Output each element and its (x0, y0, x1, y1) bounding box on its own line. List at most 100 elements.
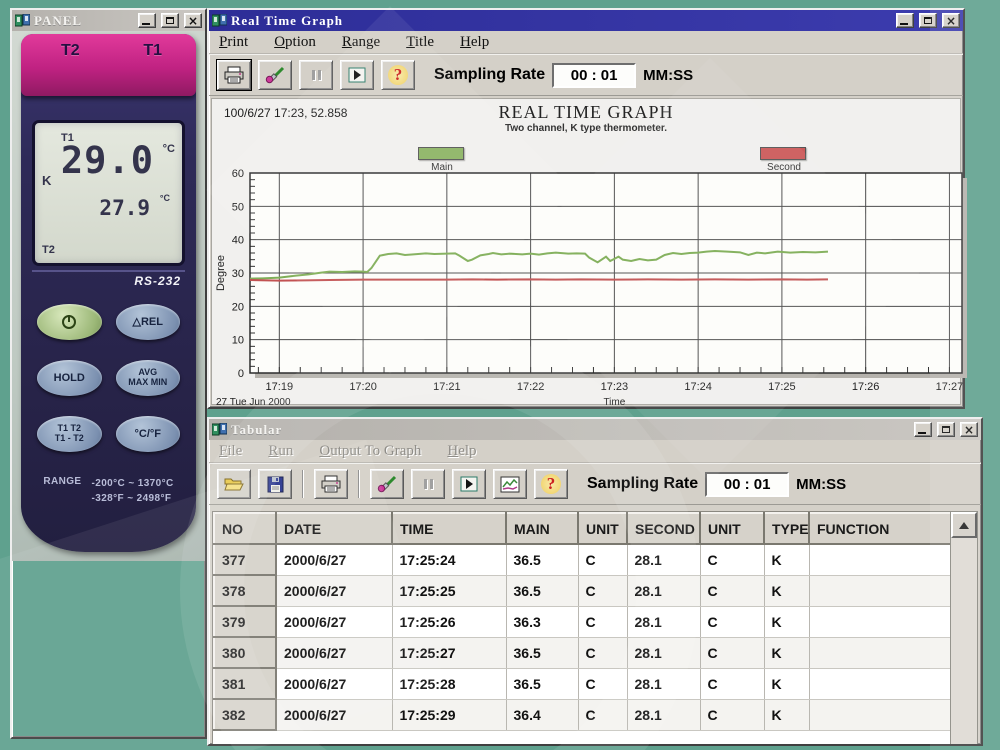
menu-range[interactable]: Range (342, 34, 380, 51)
panel-titlebar[interactable]: PANEL × (12, 10, 205, 31)
graph-minimize-button[interactable] (896, 13, 914, 28)
graph-titlebar[interactable]: Real Time Graph × (209, 10, 963, 31)
table-cell[interactable]: 17:25:28 (392, 668, 506, 699)
table-cell[interactable]: 28.1 (627, 668, 700, 699)
column-header-second[interactable]: SECOND (627, 513, 700, 544)
tabular-maximize-button[interactable] (937, 422, 955, 437)
help-button[interactable]: ? (381, 60, 415, 90)
column-header-function[interactable]: FUNCTION (809, 513, 958, 544)
table-cell[interactable]: 2000/6/27 (276, 544, 392, 575)
table-cell[interactable]: C (578, 668, 627, 699)
help-button[interactable]: ? (534, 469, 568, 499)
table-cell[interactable]: C (700, 544, 764, 575)
tabular-minimize-button[interactable] (914, 422, 932, 437)
menu-option[interactable]: Option (274, 34, 316, 51)
table-cell[interactable]: 28.1 (627, 606, 700, 637)
tabular-titlebar[interactable]: Tabular × (209, 419, 981, 440)
table-cell[interactable]: C (700, 575, 764, 606)
table-row-379[interactable]: 3792000/6/2717:25:2636.3C28.1CK (214, 606, 958, 637)
scroll-up-button[interactable] (951, 512, 977, 538)
clear-button[interactable] (370, 469, 404, 499)
table-cell[interactable]: 17:25:27 (392, 637, 506, 668)
table-cell[interactable]: 36.3 (506, 606, 578, 637)
table-cell[interactable]: 17:25:26 (392, 606, 506, 637)
menu-run[interactable]: Run (268, 443, 293, 460)
table-cell[interactable]: C (578, 637, 627, 668)
column-header-main[interactable]: MAIN (506, 513, 578, 544)
table-cell[interactable]: C (700, 668, 764, 699)
table-cell[interactable]: 36.5 (506, 544, 578, 575)
graph-maximize-button[interactable] (919, 13, 937, 28)
table-cell[interactable] (809, 668, 958, 699)
table-cell[interactable]: C (700, 606, 764, 637)
print-button[interactable] (217, 60, 251, 90)
row-number-cell[interactable]: 377 (214, 544, 276, 575)
table-cell[interactable]: 28.1 (627, 544, 700, 575)
graph-view-button[interactable] (493, 469, 527, 499)
table-cell[interactable]: C (578, 606, 627, 637)
row-number-cell[interactable]: 379 (214, 606, 276, 637)
menu-print[interactable]: Print (219, 34, 248, 51)
sampling-rate-input[interactable] (705, 472, 789, 497)
table-cell[interactable]: 36.5 (506, 575, 578, 606)
open-button[interactable] (217, 469, 251, 499)
table-cell[interactable] (809, 575, 958, 606)
table-cell[interactable]: C (578, 544, 627, 575)
table-cell[interactable]: 17:25:24 (392, 544, 506, 575)
table-row-378[interactable]: 3782000/6/2717:25:2536.5C28.1CK (214, 575, 958, 606)
table-cell[interactable] (809, 637, 958, 668)
row-number-cell[interactable]: 378 (214, 575, 276, 606)
table-cell[interactable]: K (764, 668, 809, 699)
table-cell[interactable]: C (700, 637, 764, 668)
panel-minimize-button[interactable] (138, 13, 156, 28)
tabular-close-button[interactable]: × (960, 422, 978, 437)
clear-button[interactable] (258, 60, 292, 90)
panel-maximize-button[interactable] (161, 13, 179, 28)
vertical-scrollbar[interactable] (950, 512, 977, 744)
column-header-time[interactable]: TIME (392, 513, 506, 544)
menu-output-to-graph[interactable]: Output To Graph (319, 443, 421, 460)
column-header-type[interactable]: TYPE (764, 513, 809, 544)
menu-title[interactable]: Title (406, 34, 434, 51)
save-button[interactable] (258, 469, 292, 499)
table-row-377[interactable]: 3772000/6/2717:25:2436.5C28.1CK (214, 544, 958, 575)
table-cell[interactable]: C (700, 699, 764, 730)
row-number-cell[interactable]: 381 (214, 668, 276, 699)
table-row-382[interactable]: 3822000/6/2717:25:2936.4C28.1CK (214, 699, 958, 730)
column-header-no[interactable]: NO (214, 513, 276, 544)
print-button[interactable] (314, 469, 348, 499)
sampling-rate-input[interactable] (552, 63, 636, 88)
table-cell[interactable] (809, 606, 958, 637)
column-header-unit[interactable]: UNIT (578, 513, 627, 544)
play-button[interactable] (340, 60, 374, 90)
table-cell[interactable]: 2000/6/27 (276, 668, 392, 699)
table-cell[interactable]: K (764, 606, 809, 637)
table-cell[interactable]: 2000/6/27 (276, 606, 392, 637)
table-cell[interactable]: 28.1 (627, 637, 700, 668)
column-header-unit[interactable]: UNIT (700, 513, 764, 544)
table-cell[interactable]: 36.5 (506, 637, 578, 668)
table-cell[interactable]: K (764, 575, 809, 606)
table-cell[interactable] (809, 544, 958, 575)
panel-close-button[interactable]: × (184, 13, 202, 28)
table-row-380[interactable]: 3802000/6/2717:25:2736.5C28.1CK (214, 637, 958, 668)
menu-help[interactable]: Help (460, 34, 489, 51)
graph-close-button[interactable]: × (942, 13, 960, 28)
table-cell[interactable]: K (764, 699, 809, 730)
table-cell[interactable] (809, 699, 958, 730)
play-button[interactable] (452, 469, 486, 499)
row-number-cell[interactable]: 380 (214, 637, 276, 668)
pause-button[interactable] (299, 60, 333, 90)
table-cell[interactable]: K (764, 637, 809, 668)
table-cell[interactable]: K (764, 544, 809, 575)
table-cell[interactable]: C (578, 575, 627, 606)
table-cell[interactable]: 2000/6/27 (276, 637, 392, 668)
row-number-cell[interactable]: 382 (214, 699, 276, 730)
column-header-date[interactable]: DATE (276, 513, 392, 544)
menu-help[interactable]: Help (447, 443, 476, 460)
table-cell[interactable]: 36.4 (506, 699, 578, 730)
table-cell[interactable]: 2000/6/27 (276, 699, 392, 730)
menu-file[interactable]: File (219, 443, 242, 460)
table-row-381[interactable]: 3812000/6/2717:25:2836.5C28.1CK (214, 668, 958, 699)
table-cell[interactable]: 28.1 (627, 575, 700, 606)
